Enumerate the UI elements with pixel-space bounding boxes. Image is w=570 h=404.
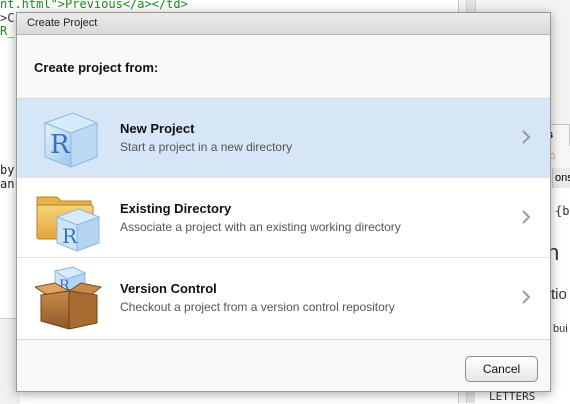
dialog-titlebar[interactable]: Create Project: [17, 13, 550, 35]
version-control-option[interactable]: R Version Control Checkout a project fro…: [17, 259, 550, 338]
chevron-right-icon: [522, 130, 531, 144]
help-fragment: bui: [553, 323, 568, 335]
project-options-list: R New Project Start a project in a new d…: [17, 98, 550, 340]
help-search-field[interactable]: onst: [552, 168, 570, 188]
dialog-title: Create Project: [27, 17, 98, 29]
existing-directory-option[interactable]: R Existing Directory Associate a project…: [17, 179, 550, 258]
r-cube-icon: R: [43, 112, 99, 168]
r-logo-letter: R: [50, 130, 71, 160]
code-line: an: [0, 177, 15, 191]
help-fragment: tio: [551, 286, 567, 303]
cancel-button[interactable]: Cancel: [465, 356, 538, 382]
option-title: Version Control: [120, 281, 217, 296]
create-project-dialog: Create Project Create project from: R Ne…: [16, 12, 551, 392]
box-r-cube-icon: R: [35, 266, 103, 330]
code-line: R_: [0, 24, 15, 38]
chevron-right-icon: [522, 210, 531, 224]
help-fragment: {ba: [555, 204, 570, 218]
option-subtitle: Start a project in a new directory: [120, 140, 293, 154]
new-project-option[interactable]: R New Project Start a project in a new d…: [17, 99, 550, 178]
option-subtitle: Associate a project with an existing wor…: [120, 220, 401, 234]
option-title: Existing Directory: [120, 201, 232, 216]
option-subtitle: Checkout a project from a version contro…: [120, 300, 395, 314]
r-logo-letter: R: [62, 224, 78, 248]
option-title: New Project: [120, 121, 195, 136]
code-line: by: [0, 163, 15, 177]
code-line: nt.html">Previous</a></td>: [0, 0, 188, 11]
chevron-right-icon: [522, 290, 531, 304]
dialog-heading: Create project from:: [34, 60, 159, 75]
folder-r-cube-icon: R: [36, 196, 101, 252]
